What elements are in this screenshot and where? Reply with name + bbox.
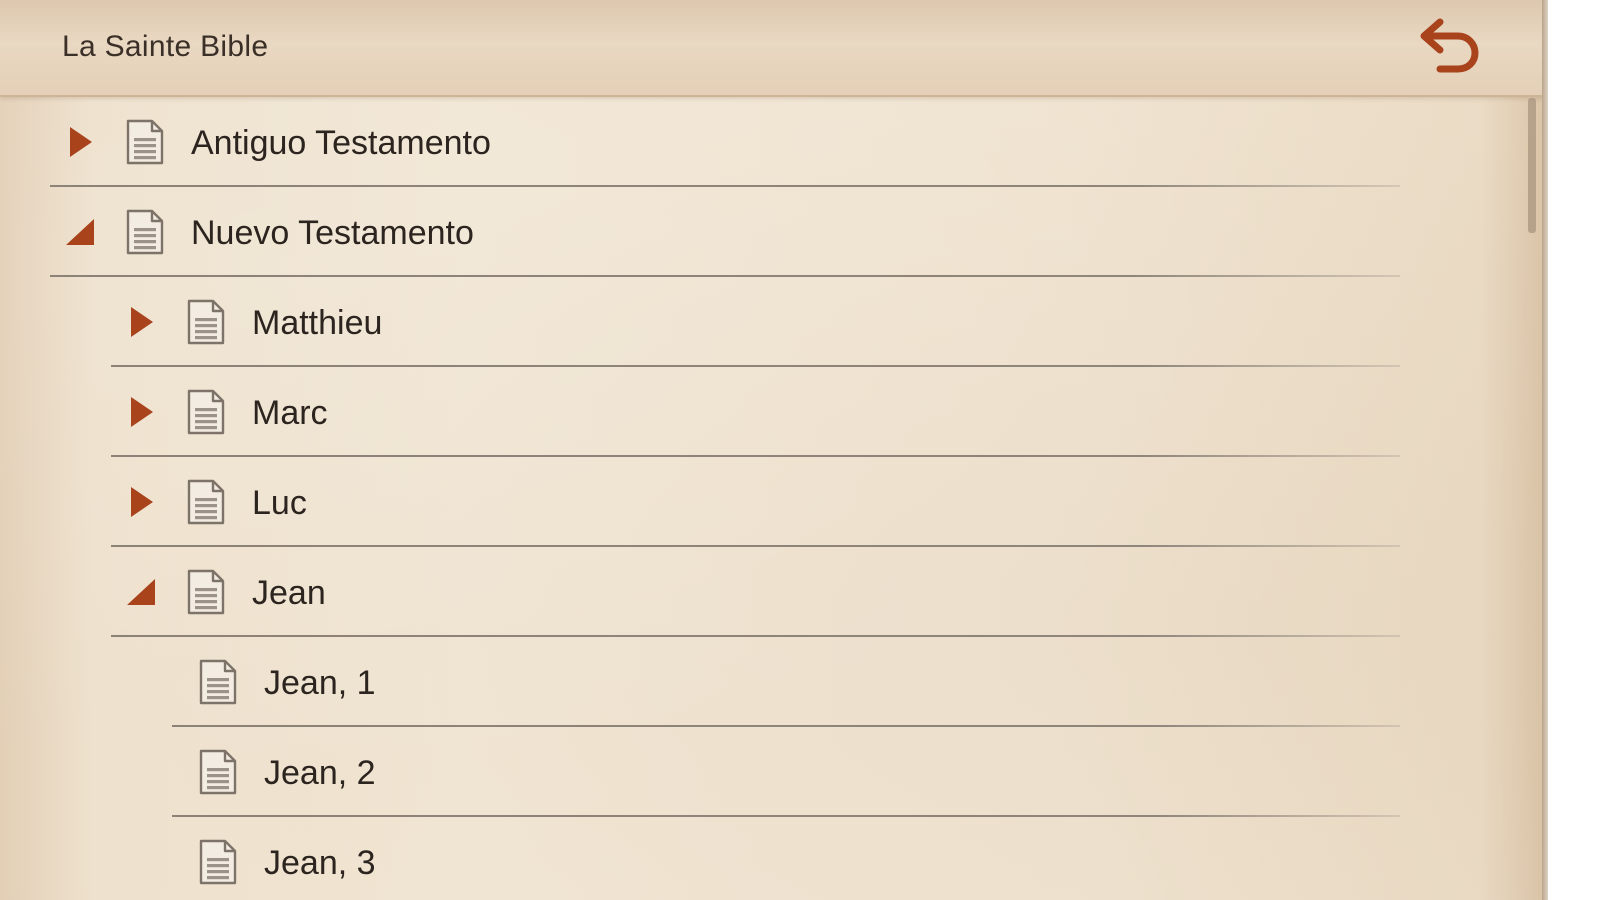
expanded-arrow-icon[interactable] [123,575,157,609]
document-icon [125,208,165,256]
collapsed-arrow-icon[interactable] [123,305,157,339]
undo-arrow-icon [1420,18,1479,73]
document-icon [186,568,226,616]
tree-item[interactable]: Marc [111,367,1400,457]
tree-item-label: Jean, 1 [264,664,376,702]
tree-item[interactable]: Jean [111,547,1400,637]
tree-item-label: Jean, 2 [264,754,376,792]
tree-item-label: Nuevo Testamento [191,214,474,252]
scrollbar-thumb[interactable] [1528,98,1536,233]
page-title: La Sainte Bible [62,30,269,63]
collapsed-arrow-icon[interactable] [123,485,157,519]
tree-item[interactable]: Jean, 2 [172,727,1400,817]
expanded-arrow-icon[interactable] [62,215,96,249]
bible-app-window: La Sainte Bible Antiguo Testamento Nuevo… [0,0,1542,900]
tree-item[interactable]: Nuevo Testamento [50,187,1400,277]
collapsed-arrow-icon[interactable] [123,395,157,429]
tree-item[interactable]: Jean, 3 [172,817,1400,900]
document-icon [186,298,226,346]
tree-item-label: Jean [252,574,326,612]
document-icon [198,838,238,886]
tree-item-label: Matthieu [252,304,383,342]
document-icon [186,388,226,436]
tree-item-label: Jean, 3 [264,844,376,882]
back-button[interactable] [1418,18,1482,78]
tree-item-label: Marc [252,394,328,432]
document-icon [198,658,238,706]
document-icon [125,118,165,166]
document-icon [198,748,238,796]
tree-item[interactable]: Luc [111,457,1400,547]
tree-item-label: Luc [252,484,307,522]
app-header: La Sainte Bible [0,0,1542,97]
document-icon [186,478,226,526]
collapsed-arrow-icon[interactable] [62,125,96,159]
tree-item[interactable]: Jean, 1 [172,637,1400,727]
tree-item[interactable]: Matthieu [111,277,1400,367]
tree-item-label: Antiguo Testamento [191,124,491,162]
blank-margin [1548,0,1600,900]
tree-item[interactable]: Antiguo Testamento [50,97,1400,187]
